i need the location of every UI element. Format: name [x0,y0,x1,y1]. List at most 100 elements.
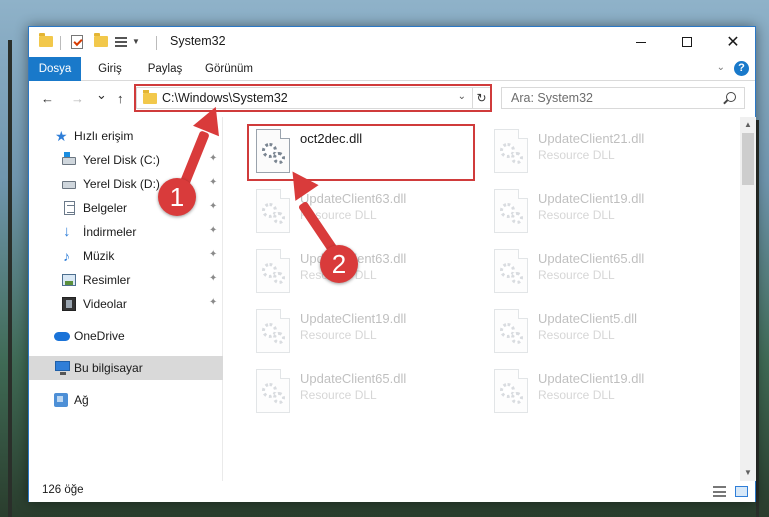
search-box[interactable]: Ara: System32 [501,87,745,109]
sidebar-item-label: OneDrive [74,329,125,343]
file-item[interactable]: UpdateClient63.dll Resource DLL [252,245,482,297]
address-bar[interactable]: C:\Windows\System32 ⌄ [136,87,473,109]
file-item-oct2dec[interactable]: oct2dec.dll [252,125,482,177]
help-icon[interactable]: ? [734,61,749,76]
tiles-view-icon[interactable] [735,486,748,497]
up-button[interactable]: ↑ [117,91,124,106]
scroll-up-button[interactable]: ▲ [740,117,756,133]
file-item[interactable]: UpdateClient19.dll Resource DLL [252,305,482,357]
file-name: oct2dec.dll [300,131,363,146]
file-item[interactable]: UpdateClient19.dll Resource DLL [490,185,720,237]
minimize-icon [636,41,646,43]
folder-icon [39,33,53,47]
network-icon [54,393,68,407]
gear-icon [273,392,285,404]
pin-icon[interactable]: ✦ [209,273,217,284]
sidebar-item-downloads[interactable]: ↓ İndirmeler ✦ [29,220,223,244]
status-bar: 126 öğe [29,481,755,502]
gear-icon [511,272,523,284]
file-name: UpdateClient21.dll [538,131,645,146]
file-item[interactable]: UpdateClient5.dll Resource DLL [490,305,720,357]
chevron-down-icon[interactable]: ⌄ [458,91,466,102]
folder-icon [143,90,157,104]
file-item[interactable]: UpdateClient63.dll Resource DLL [252,185,482,237]
pin-icon[interactable]: ✦ [209,249,217,260]
vertical-scrollbar[interactable]: ▲ ▼ [740,117,756,481]
step-badge-1: 1 [158,178,196,216]
scroll-thumb[interactable] [742,133,754,185]
details-view-icon[interactable] [713,486,726,497]
disk-d-icon [62,181,76,189]
file-item[interactable]: UpdateClient65.dll Resource DLL [490,245,720,297]
tab-paylas[interactable]: Paylaş [139,57,191,81]
dll-file-icon [494,309,528,353]
step-badge-2: 2 [320,245,358,283]
desktop-tree [8,40,12,517]
sidebar-item-label: İndirmeler [83,225,137,239]
scroll-down-button[interactable]: ▼ [740,465,756,481]
file-description: Resource DLL [538,148,615,162]
onedrive-icon [54,332,70,341]
address-path[interactable]: C:\Windows\System32 [162,91,288,105]
sidebar-item-label: Yerel Disk (D:) [83,177,160,191]
minimize-button[interactable] [618,27,664,57]
sidebar-item-label: Müzik [83,249,115,263]
desktop-tree [756,120,759,517]
recent-locations-button[interactable]: ⌄ [96,87,107,103]
sidebar-item-videos[interactable]: Videolar ✦ [29,292,223,316]
pictures-icon [62,274,76,286]
navigation-bar: ← → ⌄ ↑ C:\Windows\System32 ⌄ ↻ Ara: Sys… [29,82,755,116]
window-title: System32 [170,34,226,48]
explorer-window: ▼ System32 ✕ Dosya Giriş Paylaş Görünüm … [28,26,756,502]
maximize-button[interactable] [664,27,710,57]
gear-icon [511,392,523,404]
pin-icon[interactable]: ✦ [209,297,217,308]
gear-icon [511,152,523,164]
properties-icon[interactable] [71,35,83,49]
file-description: Resource DLL [538,208,615,222]
sidebar-item-pictures[interactable]: Resimler ✦ [29,268,223,292]
pin-icon[interactable]: ✦ [209,177,217,188]
file-item[interactable]: UpdateClient21.dll Resource DLL [490,125,720,177]
item-count: 126 öğe [42,484,84,496]
new-folder-icon[interactable] [94,33,108,47]
file-item[interactable]: UpdateClient65.dll Resource DLL [252,365,482,417]
file-description: Resource DLL [538,268,615,282]
documents-icon [64,201,75,215]
sidebar-item-onedrive[interactable]: OneDrive [29,324,223,348]
file-name: UpdateClient65.dll [300,371,407,386]
expand-ribbon-icon[interactable]: ⌄ [717,62,725,73]
dll-file-icon [494,249,528,293]
sidebar-item-label: Hızlı erişim [74,129,134,143]
file-name: UpdateClient65.dll [538,251,645,266]
this-pc-icon [55,361,70,375]
dll-file-icon [256,129,290,173]
sidebar-item-music[interactable]: ♪ Müzik ✦ [29,244,223,268]
pin-icon[interactable]: ✦ [209,225,217,236]
pin-icon[interactable]: ✦ [209,153,217,164]
refresh-button[interactable]: ↻ [473,87,491,109]
sidebar-item-network[interactable]: Ağ [29,388,223,412]
customize-toolbar-icon[interactable] [115,37,127,47]
disk-c-icon [62,152,76,165]
pin-icon[interactable]: ✦ [209,201,217,212]
back-button[interactable]: ← [41,91,54,106]
tab-giris[interactable]: Giriş [87,57,133,81]
sidebar-item-label: Ağ [74,393,89,407]
file-name: UpdateClient5.dll [538,311,638,326]
gear-icon [511,212,523,224]
sidebar-item-this-pc[interactable]: Bu bilgisayar [29,356,223,380]
search-input[interactable]: Ara: System32 [511,91,593,105]
close-button[interactable]: ✕ [710,27,756,57]
search-icon[interactable] [726,92,736,102]
star-icon: ★ [55,128,68,144]
file-item[interactable]: UpdateClient19.dll Resource DLL [490,365,720,417]
sidebar-item-label: Bu bilgisayar [74,361,143,375]
file-name: UpdateClient19.dll [538,191,645,206]
forward-button[interactable]: → [71,91,84,106]
tab-gorunum[interactable]: Görünüm [197,57,261,81]
file-description: Resource DLL [538,328,615,342]
tab-dosya[interactable]: Dosya [29,57,81,81]
sidebar-item-label: Resimler [83,273,131,287]
chevron-down-icon[interactable]: ▼ [132,37,140,53]
